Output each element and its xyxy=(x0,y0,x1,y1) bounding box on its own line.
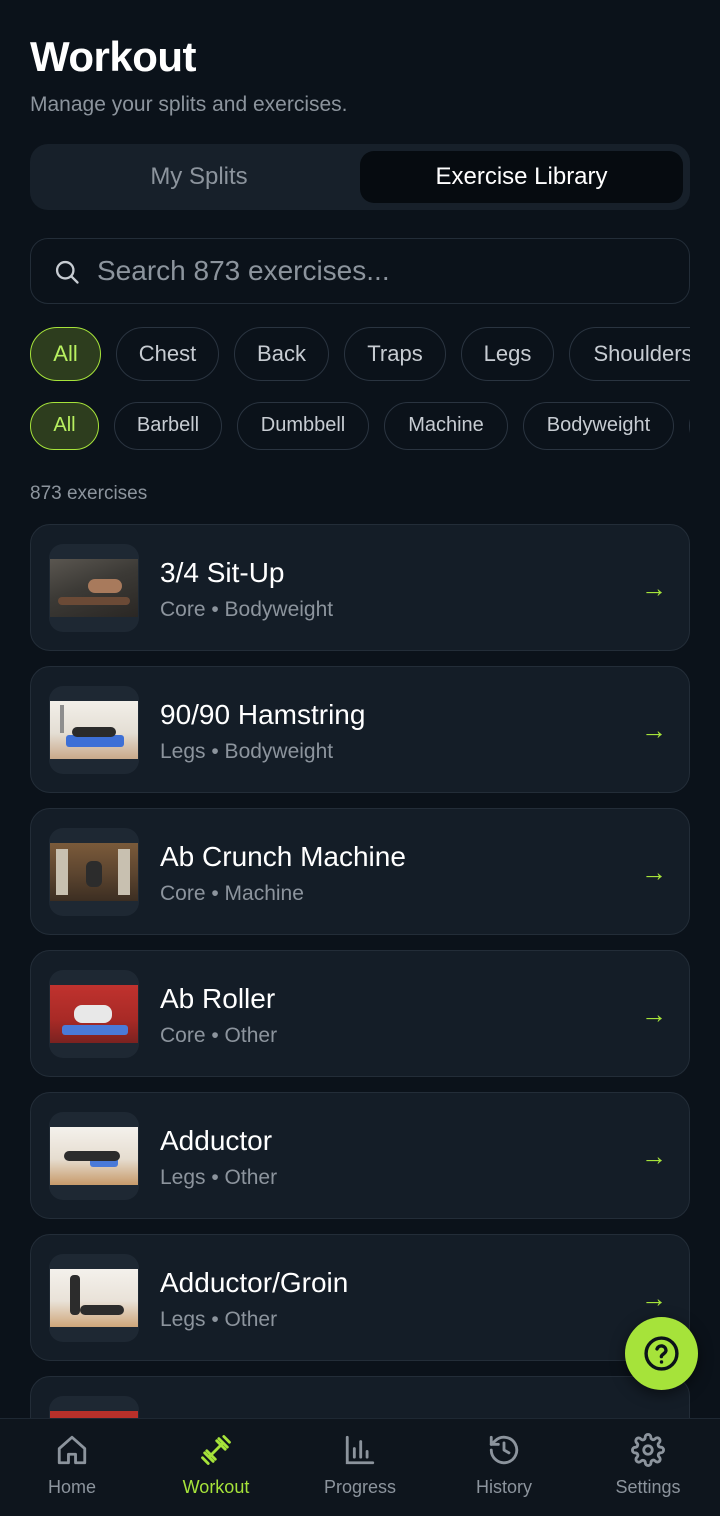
gear-icon xyxy=(631,1433,665,1467)
page-subtitle: Manage your splits and exercises. xyxy=(30,93,348,116)
equipment-chip-more[interactable] xyxy=(689,402,690,450)
search-input[interactable] xyxy=(97,239,667,302)
exercise-name: 90/90 Hamstring xyxy=(160,699,366,730)
arrow-right-icon: → xyxy=(641,573,667,603)
exercise-meta: Legs • Other xyxy=(160,1166,278,1189)
equipment-chip-bodyweight[interactable]: Bodyweight xyxy=(523,402,674,450)
exercise-meta: Core • Other xyxy=(160,1024,278,1047)
exercise-name: Ab Crunch Machine xyxy=(160,841,406,872)
exercise-thumbnail xyxy=(49,686,139,774)
history-icon xyxy=(489,1435,519,1465)
arrow-right-icon: → xyxy=(641,999,667,1029)
exercise-card[interactable]: Adductor/Groin Legs • Other → xyxy=(30,1234,690,1361)
page-title: Workout xyxy=(30,33,197,80)
equipment-chip-barbell[interactable]: Barbell xyxy=(114,402,222,450)
exercise-card[interactable]: Ab Roller Core • Other → xyxy=(30,950,690,1077)
exercise-count: 873 exercises xyxy=(30,483,148,504)
exercise-thumbnail xyxy=(49,828,139,916)
filter-chip-shoulders[interactable]: Shoulders xyxy=(569,327,690,381)
filter-chip-chest[interactable]: Chest xyxy=(116,327,219,381)
filter-chip-traps[interactable]: Traps xyxy=(344,327,446,381)
filter-chip-back[interactable]: Back xyxy=(234,327,329,381)
help-button[interactable] xyxy=(625,1317,698,1390)
exercise-name: 3/4 Sit-Up xyxy=(160,557,285,588)
nav-progress[interactable]: Progress xyxy=(288,1419,432,1516)
nav-home[interactable]: Home xyxy=(0,1419,144,1516)
arrow-right-icon: → xyxy=(641,1283,667,1313)
exercise-thumbnail xyxy=(49,970,139,1058)
exercise-meta: Core • Machine xyxy=(160,882,304,905)
search-icon xyxy=(55,260,79,284)
exercise-thumbnail xyxy=(49,1112,139,1200)
equipment-chip-machine[interactable]: Machine xyxy=(384,402,508,450)
exercise-card[interactable]: Adductor Legs • Other → xyxy=(30,1092,690,1219)
exercise-meta: Legs • Bodyweight xyxy=(160,740,334,763)
nav-workout-label: Workout xyxy=(182,1477,250,1497)
exercise-meta: Legs • Other xyxy=(160,1308,278,1331)
arrow-right-icon: → xyxy=(641,715,667,745)
nav-history[interactable]: History xyxy=(432,1419,576,1516)
bar-chart-icon xyxy=(345,1435,375,1465)
view-tabs: My Splits Exercise Library xyxy=(30,144,690,210)
muscle-filter-row: All Chest Back Traps Legs Shoulders xyxy=(30,327,690,381)
nav-settings[interactable]: Settings xyxy=(576,1419,720,1516)
exercise-name: Adductor/Groin xyxy=(160,1267,349,1298)
equipment-chip-dumbbell[interactable]: Dumbbell xyxy=(237,402,369,450)
bottom-nav: Home Workout Progress History Settings xyxy=(0,1418,720,1516)
tab-exercise-library[interactable]: Exercise Library xyxy=(360,151,683,203)
filter-chip-legs[interactable]: Legs xyxy=(461,327,554,381)
arrow-right-icon: → xyxy=(641,1141,667,1171)
nav-settings-label: Settings xyxy=(615,1477,681,1497)
nav-history-label: History xyxy=(475,1477,532,1497)
nav-workout[interactable]: Workout xyxy=(144,1419,288,1516)
exercise-thumbnail xyxy=(49,1254,139,1342)
arrow-right-icon: → xyxy=(641,857,667,887)
equipment-chip-all[interactable]: All xyxy=(30,402,99,450)
exercise-thumbnail xyxy=(49,544,139,632)
exercise-card[interactable]: 3/4 Sit-Up Core • Bodyweight → xyxy=(30,524,690,651)
exercise-meta: Core • Bodyweight xyxy=(160,598,334,621)
tab-my-splits[interactable]: My Splits xyxy=(38,151,360,203)
home-icon xyxy=(57,1435,87,1465)
dumbbell-icon xyxy=(201,1435,231,1465)
nav-home-label: Home xyxy=(47,1477,96,1497)
exercise-name: Ab Roller xyxy=(160,983,276,1014)
search-box xyxy=(30,238,690,304)
equipment-filter-row: All Barbell Dumbbell Machine Bodyweight xyxy=(30,402,690,450)
question-icon xyxy=(644,1336,679,1371)
exercise-card[interactable]: 90/90 Hamstring Legs • Bodyweight → xyxy=(30,666,690,793)
nav-progress-label: Progress xyxy=(323,1477,397,1497)
exercise-name: Adductor xyxy=(160,1125,273,1156)
filter-chip-all[interactable]: All xyxy=(30,327,101,381)
exercise-card[interactable]: Ab Crunch Machine Core • Machine → xyxy=(30,808,690,935)
